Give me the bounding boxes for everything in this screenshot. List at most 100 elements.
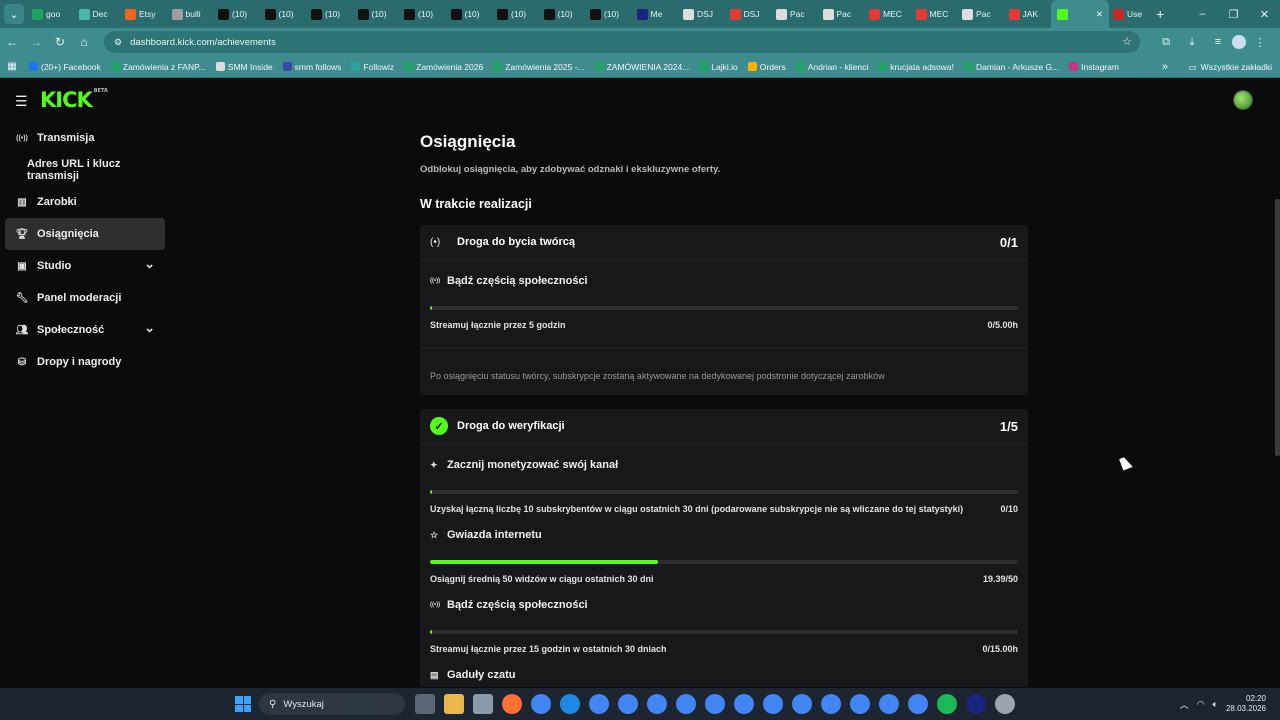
bookmark-item[interactable]: Orders [743,62,791,72]
browser-tab[interactable]: (10) [354,0,401,28]
home-icon[interactable]: ⌂ [72,35,96,49]
settings-icon[interactable] [995,694,1015,714]
taskbar-search[interactable]: ⚲ Wyszukaj [259,693,405,715]
chrome-icon[interactable] [647,694,667,714]
sidebar-item[interactable]: 🏆︎ Osiągnięcia [5,218,165,250]
app-icon[interactable] [966,694,986,714]
browser-tab[interactable]: DSJ [679,0,726,28]
more-bookmarks-icon[interactable]: » [1162,56,1168,78]
sidebar-item[interactable]: ▥ Zarobki [5,186,165,218]
browser-tab[interactable]: (10) [400,0,447,28]
chevron-down-icon[interactable]: ⌄ [144,256,155,272]
firefox-icon[interactable] [502,694,522,714]
all-bookmarks-button[interactable]: ▭ Wszystkie zakładki [1189,56,1272,78]
spotify-icon[interactable] [937,694,957,714]
chevron-down-icon[interactable]: ⌄ [144,320,155,336]
task-view-icon[interactable] [415,694,435,714]
chrome-icon[interactable] [821,694,841,714]
bookmark-item[interactable]: Instagram [1064,62,1124,72]
browser-tab[interactable]: (10) [540,0,587,28]
volume-icon[interactable]: 🔈︎ [1213,699,1218,710]
browser-tab[interactable]: (10) [447,0,494,28]
profile-avatar-icon[interactable] [1232,35,1246,49]
browser-tab[interactable]: Etsy [121,0,168,28]
bookmark-item[interactable]: Zamówienia 2025 -... [488,62,589,72]
browser-tab[interactable]: DSJ [726,0,773,28]
windows-start-icon[interactable] [235,696,251,712]
tab-kick-achievements[interactable]: ✕ [1051,0,1109,28]
bookmark-item[interactable]: ZAMÓWIENIA 2024... [590,62,695,72]
url-bar[interactable]: ⚙ dashboard.kick.com/achievements ☆ [104,31,1140,53]
browser-tab[interactable]: MEC [912,0,959,28]
site-info-icon[interactable]: ⚙ [114,37,122,48]
browser-tab[interactable]: bulli [168,0,215,28]
chrome-icon[interactable] [850,694,870,714]
bookmark-item[interactable]: krucjata adsowa! [873,62,959,72]
file-explorer-icon[interactable] [444,694,464,714]
bookmark-item[interactable]: (20+) Facebook [24,62,106,72]
media-icon[interactable]: ≡ [1206,36,1230,48]
chrome-icon[interactable] [879,694,899,714]
browser-tab[interactable]: (10) [493,0,540,28]
tab-close-icon[interactable]: ✕ [1096,9,1103,20]
maximize-icon[interactable]: ❐ [1218,8,1249,21]
bookmark-item[interactable]: Followiz [346,62,399,72]
browser-tab[interactable]: goo [28,0,75,28]
chrome-icon[interactable] [908,694,928,714]
browser-tab[interactable]: Me [633,0,680,28]
chrome-icon[interactable] [705,694,725,714]
extensions-icon[interactable]: ⧉ [1154,36,1178,49]
kick-logo[interactable]: KICK BETA [40,88,108,112]
sidebar-item[interactable]: 🔧︎ Panel moderacji [5,282,165,314]
chrome-icon[interactable] [531,694,551,714]
browser-tab[interactable]: Dec [75,0,122,28]
bookmark-item[interactable]: Zamówienia z FANP... [106,62,211,72]
page-scrollbar[interactable] [1275,199,1280,456]
bookmark-item[interactable]: smm follows [278,62,347,72]
apps-grid-icon[interactable]: ▦ [0,61,24,72]
browser-tab[interactable]: (10) [261,0,308,28]
bookmark-item[interactable]: Zamówienia 2026 [399,62,488,72]
browser-tab[interactable]: (10) [214,0,261,28]
browser-tab[interactable]: MEC [865,0,912,28]
calculator-icon[interactable] [473,694,493,714]
browser-tab[interactable]: Pac [772,0,819,28]
taskbar-clock[interactable]: 02:20 28.03.2026 [1226,694,1266,714]
chrome-icon[interactable] [734,694,754,714]
browser-tab[interactable]: Pac [958,0,1005,28]
chrome-icon[interactable] [589,694,609,714]
reload-icon[interactable]: ↻ [48,35,72,49]
chrome-icon[interactable] [676,694,696,714]
user-avatar[interactable] [1233,90,1253,110]
menu-icon[interactable]: ⋮ [1248,36,1272,49]
tray-chevron-icon[interactable]: ︿ [1180,698,1189,711]
download-icon[interactable]: ⤓ [1180,36,1204,49]
sidebar-item[interactable]: ⛁ Dropy i nagrody [5,346,165,378]
bookmark-item[interactable]: Damian - Arkusze G... [959,62,1064,72]
bookmark-item[interactable]: Lajki.io [694,62,742,72]
sidebar-item[interactable]: 👥︎ Społeczność ⌄ [5,314,165,346]
back-icon[interactable]: ← [0,35,24,49]
browser-tab[interactable]: Pac [819,0,866,28]
forward-icon[interactable]: → [24,35,48,49]
bookmark-star-icon[interactable]: ☆ [1122,35,1132,48]
tab-search-icon[interactable]: ⌄ [4,4,24,24]
new-tab-icon[interactable]: + [1156,6,1164,22]
browser-tab[interactable]: (10) [586,0,633,28]
chrome-icon[interactable] [792,694,812,714]
sidebar-item[interactable]: ((•)) Transmisja [5,122,165,154]
browser-tab[interactable]: JAK [1005,0,1052,28]
hamburger-menu-icon[interactable]: ☰ [15,93,28,110]
tab-last[interactable]: Use [1109,0,1146,28]
edge-icon[interactable] [560,694,580,714]
sidebar-item[interactable]: Adres URL i klucz transmisji [5,154,165,186]
sidebar-item[interactable]: ▣ Studio ⌄ [5,250,165,282]
wifi-icon[interactable]: ◠ [1197,699,1205,710]
browser-tab[interactable]: (10) [307,0,354,28]
minimize-icon[interactable]: – [1187,8,1218,20]
bookmark-item[interactable]: SMM Inside [211,62,278,72]
chrome-icon[interactable] [618,694,638,714]
close-window-icon[interactable]: ✕ [1249,8,1280,21]
bookmark-item[interactable]: Andrian - klienci [791,62,873,72]
chrome-icon[interactable] [763,694,783,714]
